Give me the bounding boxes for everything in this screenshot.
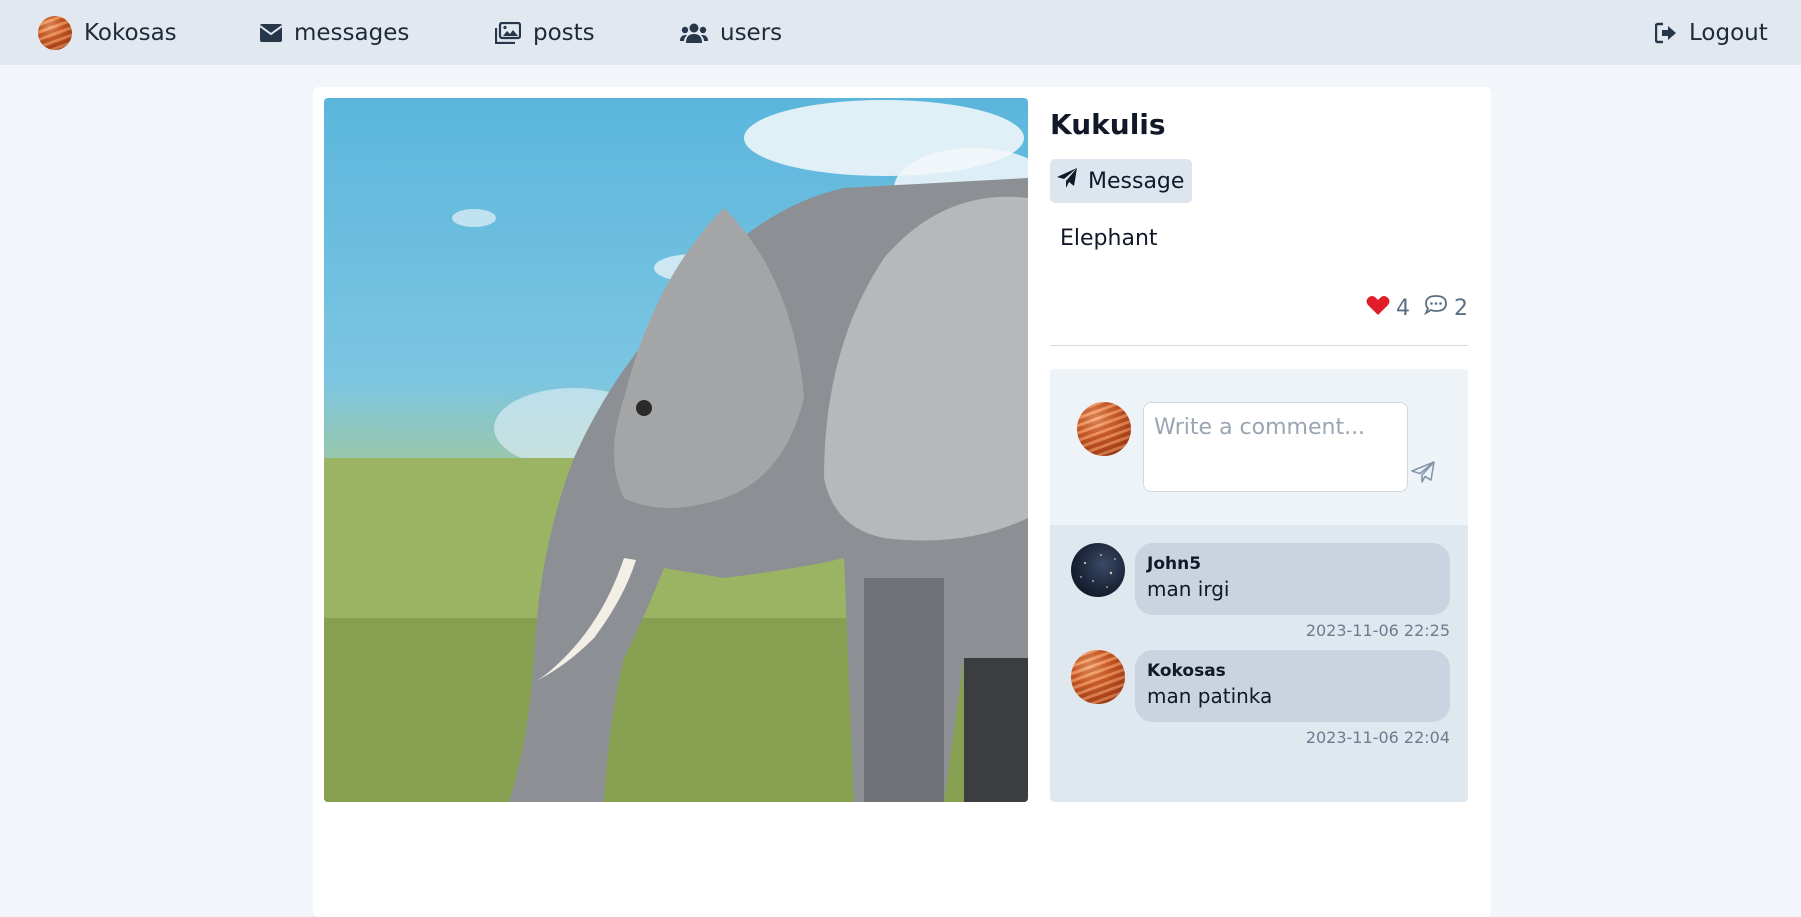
nav-posts-link[interactable]: posts (495, 0, 595, 65)
comment-bubble: John5 man irgi (1135, 543, 1450, 615)
profile-avatar (38, 15, 72, 50)
users-icon (680, 23, 708, 43)
nav-users-link[interactable]: users (680, 0, 782, 65)
comment-icon[interactable] (1424, 294, 1448, 322)
comment-bubble: Kokosas man patinka (1135, 650, 1450, 722)
comment-timestamp: 2023-11-06 22:25 (1305, 621, 1450, 640)
comment-text: man patinka (1147, 684, 1273, 708)
nav-users-label: users (720, 19, 783, 46)
comments-panel: John5 man irgi 2023-11-06 22:25 Kokosas … (1050, 369, 1468, 802)
comments-count: 2 (1454, 295, 1468, 321)
logout-button[interactable]: Logout (1655, 0, 1768, 65)
nav-messages-label: messages (294, 19, 410, 46)
nav-profile-name: Kokosas (84, 19, 177, 46)
nav-profile-link[interactable]: Kokosas (38, 0, 177, 65)
nav-messages-link[interactable]: messages (260, 0, 409, 65)
divider (1050, 345, 1468, 346)
paper-plane-icon (1056, 167, 1078, 195)
post-image (324, 98, 1028, 802)
comment-avatar (1071, 543, 1125, 597)
comment-text: man irgi (1147, 577, 1230, 601)
comment-username[interactable]: Kokosas (1147, 661, 1438, 681)
comment-timestamp: 2023-11-06 22:04 (1305, 728, 1450, 747)
envelope-icon (260, 23, 282, 42)
comment-username[interactable]: John5 (1147, 554, 1438, 574)
logout-label: Logout (1689, 19, 1768, 46)
top-navbar: Kokosas messages posts users Logout (0, 0, 1801, 65)
send-icon[interactable] (1411, 461, 1435, 487)
nav-posts-label: posts (533, 19, 595, 46)
images-icon (495, 21, 521, 44)
post-author[interactable]: Kukulis (1050, 108, 1166, 141)
post-caption: Elephant (1060, 226, 1158, 251)
comment-avatar (1071, 650, 1125, 704)
comment-form (1050, 369, 1468, 525)
comment-input[interactable] (1143, 402, 1408, 492)
likes-count: 4 (1396, 295, 1410, 321)
post-stats: 4 2 (1366, 294, 1468, 322)
current-user-avatar (1077, 402, 1131, 456)
message-button-label: Message (1088, 168, 1185, 194)
message-button[interactable]: Message (1050, 159, 1192, 203)
heart-icon[interactable] (1366, 295, 1390, 322)
sign-out-icon (1655, 22, 1677, 44)
